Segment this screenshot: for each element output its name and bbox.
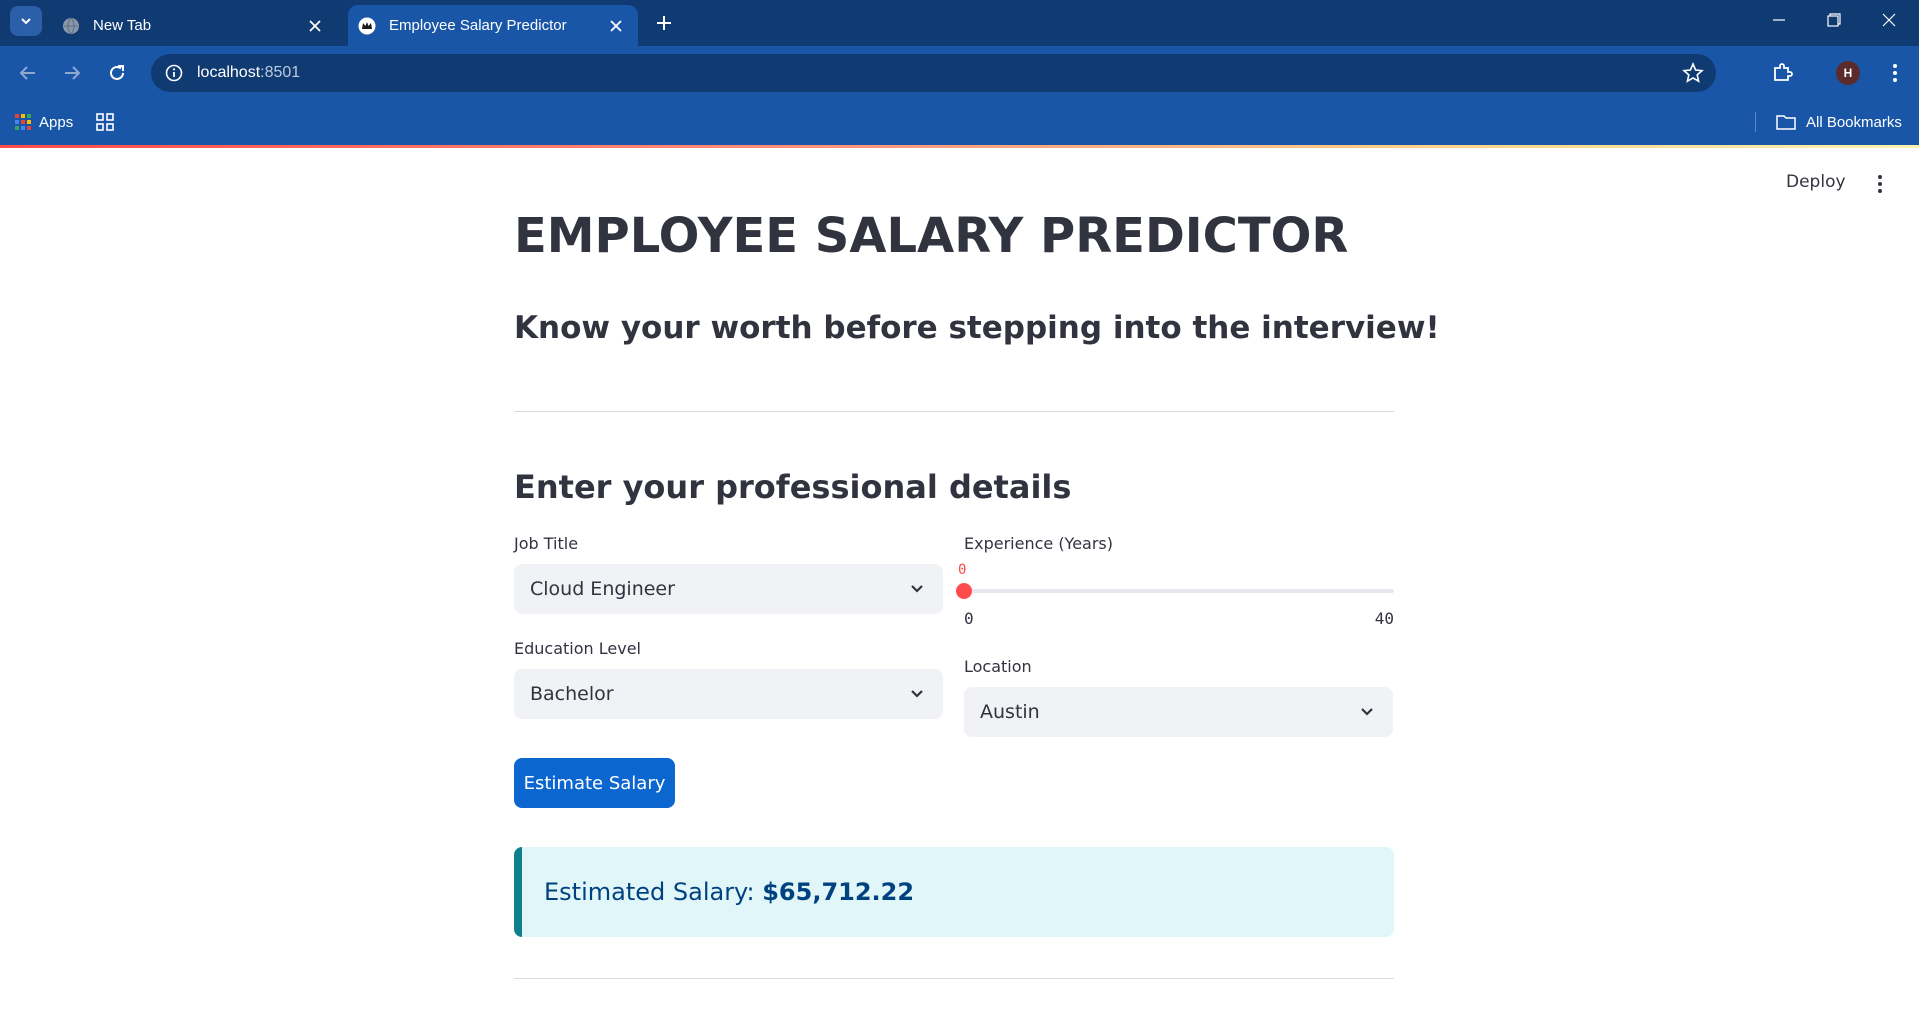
tab-title: New Tab	[93, 17, 152, 34]
close-icon[interactable]	[303, 14, 327, 38]
experience-label: Experience (Years)	[964, 534, 1114, 553]
page-title: EMPLOYEE SALARY PREDICTOR	[514, 208, 1349, 264]
bookmarks-divider	[1755, 112, 1756, 132]
tab-new-tab[interactable]: New Tab	[52, 5, 337, 46]
forward-icon[interactable]	[56, 57, 88, 89]
url-port: :8501	[260, 64, 301, 81]
location-value: Austin	[980, 701, 1040, 723]
chevron-down-icon	[1355, 700, 1379, 724]
apps-grid-icon	[15, 114, 31, 130]
star-icon[interactable]	[1682, 61, 1704, 84]
streamlit-crown-icon	[358, 17, 376, 35]
divider	[514, 978, 1394, 979]
minimize-icon[interactable]	[1751, 0, 1807, 40]
job-title-value: Cloud Engineer	[530, 578, 675, 600]
app-top-decoration	[0, 145, 1919, 148]
experience-max: 40	[1374, 609, 1394, 628]
estimate-salary-button[interactable]: Estimate Salary	[514, 758, 675, 808]
browser-toolbar: localhost:8501 H	[0, 46, 1919, 99]
tab-search-icon[interactable]	[10, 6, 42, 36]
location-label: Location	[964, 657, 1032, 676]
experience-current-value: 0	[958, 562, 967, 578]
extensions-icon[interactable]	[1766, 57, 1798, 89]
section-heading: Enter your professional details	[514, 468, 1072, 506]
info-icon[interactable]	[163, 62, 185, 84]
bookmark-all-bookmarks[interactable]: All Bookmarks	[1776, 109, 1902, 135]
tab-title: Employee Salary Predictor	[389, 17, 567, 34]
experience-slider-track[interactable]	[964, 589, 1394, 593]
job-title-label: Job Title	[514, 534, 579, 553]
plus-icon[interactable]	[650, 9, 678, 37]
deploy-button[interactable]: Deploy	[1786, 172, 1846, 192]
chevron-down-icon	[905, 682, 929, 706]
tab-employee-salary-predictor[interactable]: Employee Salary Predictor	[348, 5, 638, 46]
result-prefix: Estimated Salary:	[544, 878, 763, 906]
education-select[interactable]: Bachelor	[514, 669, 943, 719]
address-bar[interactable]: localhost:8501	[151, 54, 1716, 92]
bookmarks-bar: Apps All Bookmarks	[0, 99, 1919, 145]
restore-icon[interactable]	[1806, 0, 1862, 40]
tab-strip: New Tab Employee Salary Predictor	[0, 0, 1919, 46]
profile-avatar[interactable]: H	[1832, 57, 1864, 89]
bookmark-apps[interactable]: Apps	[15, 109, 73, 135]
result-amount: $65,712.22	[762, 878, 915, 906]
location-select[interactable]: Austin	[964, 687, 1393, 737]
globe-icon	[62, 17, 80, 35]
reload-icon[interactable]	[101, 57, 133, 89]
url-text: localhost:8501	[197, 64, 300, 82]
url-host: localhost	[197, 64, 261, 81]
education-value: Bachelor	[530, 683, 614, 705]
divider	[514, 411, 1394, 412]
menu-dots-icon[interactable]	[1879, 57, 1911, 89]
back-icon[interactable]	[12, 57, 44, 89]
window-close-icon[interactable]	[1861, 0, 1917, 40]
chevron-down-icon	[905, 577, 929, 601]
education-label: Education Level	[514, 639, 641, 658]
close-icon[interactable]	[604, 14, 628, 38]
bookmark-all-bookmarks-label: All Bookmarks	[1806, 113, 1902, 131]
result-text: Estimated Salary: $65,712.22	[544, 878, 914, 906]
tab-groups-icon[interactable]	[96, 109, 114, 135]
result-alert: Estimated Salary: $65,712.22	[514, 847, 1394, 937]
experience-slider-thumb[interactable]	[956, 583, 972, 599]
bookmark-apps-label: Apps	[39, 113, 74, 131]
page-subtitle: Know your worth before stepping into the…	[514, 310, 1440, 346]
avatar: H	[1836, 61, 1860, 85]
folder-icon	[1776, 114, 1796, 130]
app-menu-icon[interactable]	[1872, 172, 1888, 196]
job-title-select[interactable]: Cloud Engineer	[514, 564, 943, 614]
experience-min: 0	[964, 609, 974, 628]
